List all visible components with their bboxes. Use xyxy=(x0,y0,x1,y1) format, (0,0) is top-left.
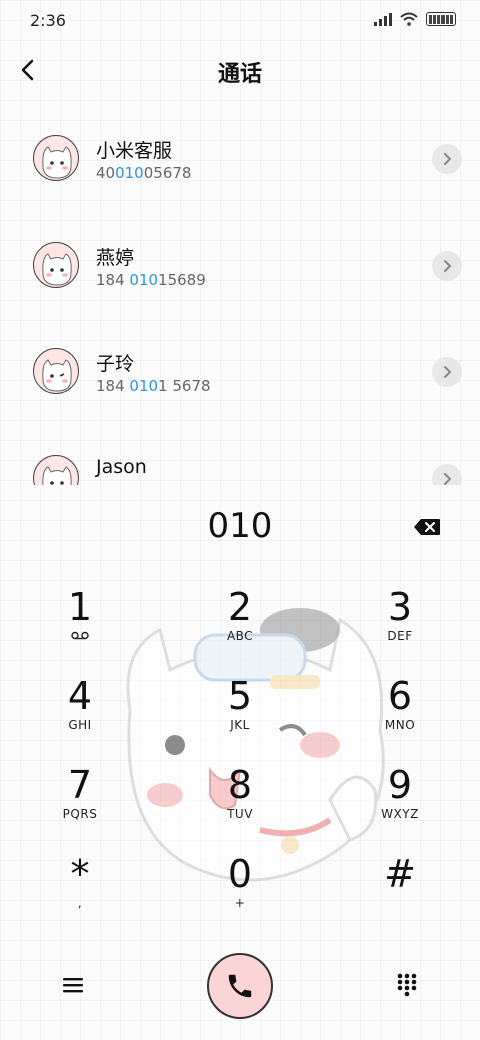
key-letters: + xyxy=(234,896,246,910)
contact-detail-button[interactable] xyxy=(432,357,462,387)
chevron-right-icon xyxy=(444,260,451,272)
cat-avatar-icon xyxy=(42,359,72,392)
key-letters: ABC xyxy=(226,629,254,643)
contact-name: Jason xyxy=(96,456,147,478)
key-digit: 7 xyxy=(67,763,93,807)
key-star[interactable]: * , xyxy=(20,853,140,939)
key-9[interactable]: 9 WXYZ xyxy=(340,764,460,850)
key-letters: , xyxy=(77,896,83,910)
number-suffix: 1 5678 xyxy=(158,377,211,395)
list-item[interactable]: 子玲 184 0101 5678 xyxy=(0,313,480,419)
key-digit: 6 xyxy=(387,674,413,718)
chevron-right-icon xyxy=(444,153,451,165)
back-arrow-icon xyxy=(21,59,34,81)
avatar xyxy=(33,348,79,394)
key-digit: 8 xyxy=(227,763,253,807)
contact-number: 184 01015689 xyxy=(96,271,206,289)
avatar xyxy=(33,455,79,485)
contact-name: 燕婷 xyxy=(96,247,135,269)
avatar xyxy=(33,242,79,288)
number-match: 010 xyxy=(115,164,144,182)
backspace-button[interactable] xyxy=(410,514,444,540)
key-1[interactable]: 1 xyxy=(20,586,140,672)
status-icons xyxy=(374,12,456,26)
key-hash[interactable]: # xyxy=(340,853,460,939)
key-digit: 4 xyxy=(67,674,93,718)
contact-list: 小米客服 4001005678 燕婷 184 01015689 子玲 184 0… xyxy=(0,100,480,485)
contact-name: 子玲 xyxy=(96,353,135,375)
chevron-right-icon xyxy=(444,366,451,378)
key-digit: 9 xyxy=(387,763,413,807)
key-letters: PQRS xyxy=(62,807,98,821)
chevron-right-icon xyxy=(444,473,451,485)
phone-icon xyxy=(228,974,252,998)
number-suffix: 05678 xyxy=(143,164,192,182)
back-button[interactable] xyxy=(10,52,46,88)
key-digit: # xyxy=(384,852,416,896)
contact-name: 小米客服 xyxy=(96,140,173,162)
bottom-bar xyxy=(0,950,480,1020)
backspace-icon xyxy=(414,519,440,535)
menu-icon xyxy=(63,978,83,993)
key-5[interactable]: 5 JKL xyxy=(180,675,300,761)
key-6[interactable]: 6 MNO xyxy=(340,675,460,761)
status-time: 2:36 xyxy=(30,11,66,30)
key-digit: * xyxy=(70,852,90,896)
key-7[interactable]: 7 PQRS xyxy=(20,764,140,850)
contact-detail-button[interactable] xyxy=(432,144,462,174)
key-digit: 0 xyxy=(227,852,253,896)
cat-avatar-icon xyxy=(42,466,72,485)
list-item[interactable]: 燕婷 184 01015689 xyxy=(0,207,480,313)
contact-detail-button[interactable] xyxy=(432,251,462,281)
key-2[interactable]: 2 ABC xyxy=(180,586,300,672)
avatar xyxy=(33,135,79,181)
wifi-icon xyxy=(400,12,418,26)
menu-button[interactable] xyxy=(58,970,88,1000)
key-letters: JKL xyxy=(230,718,250,732)
number-suffix: 15689 xyxy=(158,271,206,289)
page-title: 通话 xyxy=(217,62,262,87)
battery-icon xyxy=(426,12,456,26)
key-digit: 5 xyxy=(227,674,253,718)
number-prefix: 184 xyxy=(96,377,130,395)
key-8[interactable]: 8 TUV xyxy=(180,764,300,850)
number-prefix: 40 xyxy=(96,164,116,182)
key-letters: MNO xyxy=(384,718,416,732)
number-prefix: 184 xyxy=(96,271,130,289)
contact-number: 184 0101 5678 xyxy=(96,377,211,395)
dialpad-icon xyxy=(397,973,417,997)
key-digit: 3 xyxy=(387,585,413,629)
voicemail-icon xyxy=(20,629,140,643)
number-match: 010 xyxy=(129,271,159,289)
header: 通话 xyxy=(0,44,480,96)
key-3[interactable]: 3 DEF xyxy=(340,586,460,672)
key-letters: DEF xyxy=(387,629,413,643)
number-match: 010 xyxy=(129,377,159,395)
list-item[interactable]: Jason xyxy=(0,420,480,485)
key-0[interactable]: 0 + xyxy=(180,853,300,939)
status-bar: 2:36 xyxy=(0,0,480,40)
dialed-number: 010 xyxy=(207,506,273,546)
cat-avatar-icon xyxy=(42,146,72,179)
cat-avatar-icon xyxy=(42,253,72,286)
key-letters: WXYZ xyxy=(381,807,419,821)
call-button[interactable] xyxy=(207,953,273,1019)
contact-detail-button[interactable] xyxy=(432,464,462,485)
key-letters: GHI xyxy=(68,718,92,732)
key-4[interactable]: 4 GHI xyxy=(20,675,140,761)
key-digit: 2 xyxy=(227,585,253,629)
signal-icon xyxy=(374,12,392,26)
key-digit: 1 xyxy=(67,585,93,629)
dial-display: 010 xyxy=(0,500,480,558)
key-letters: TUV xyxy=(227,807,253,821)
contact-number: 4001005678 xyxy=(96,164,191,182)
dialpad-toggle-button[interactable] xyxy=(392,970,422,1000)
list-item[interactable]: 小米客服 4001005678 xyxy=(0,100,480,206)
keypad: 1 2 ABC 3 DEF 4 GHI 5 JKL 6 MNO 7 PQRS 8… xyxy=(0,586,480,926)
